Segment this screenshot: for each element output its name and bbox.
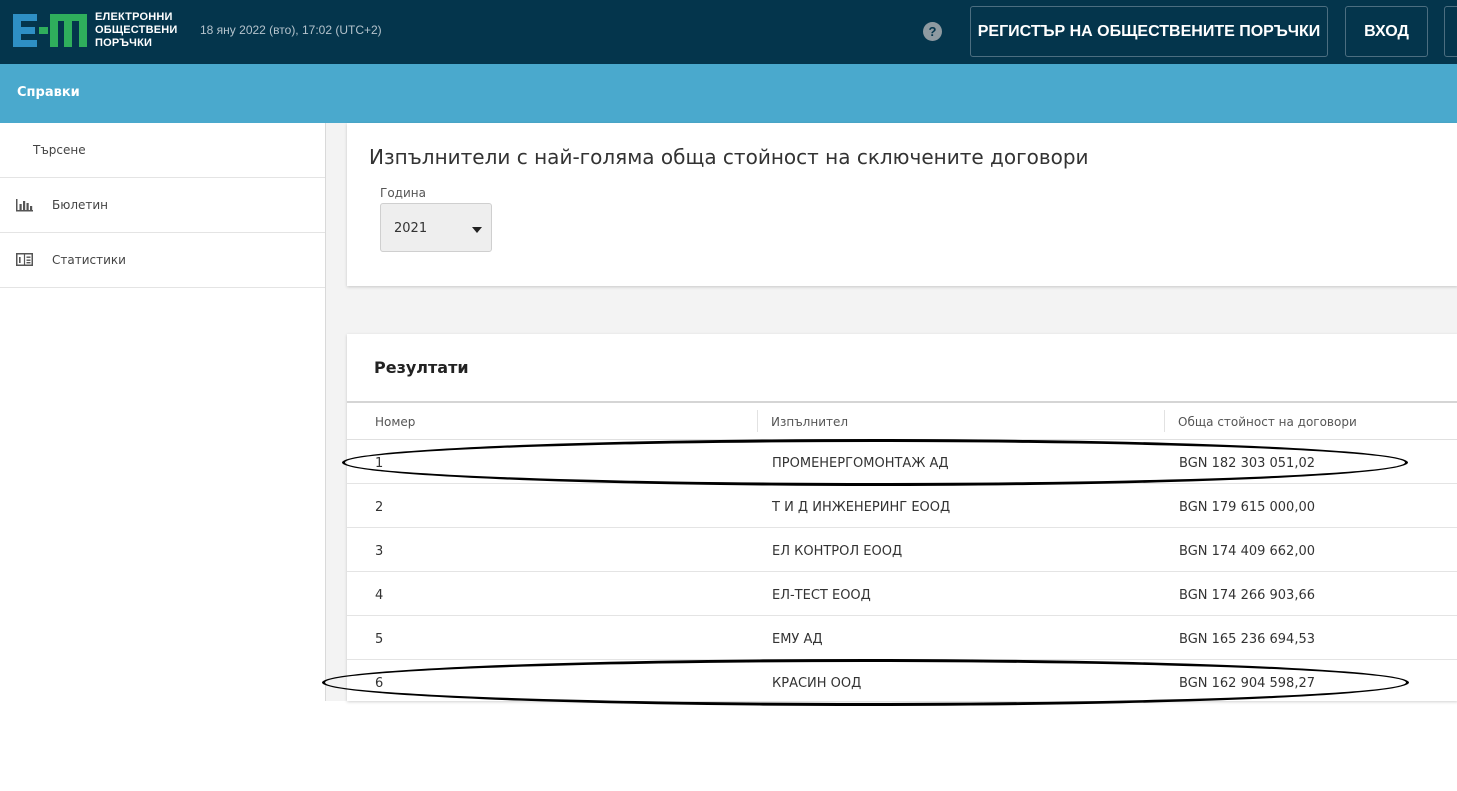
cell-total-value: BGN 165 236 694,53	[1179, 632, 1315, 647]
table-header: Номер Изпълнител Обща стойност на догово…	[347, 403, 1457, 440]
year-label: Година	[380, 186, 426, 200]
column-header-contractor[interactable]: Изпълнител	[771, 415, 848, 429]
cell-contractor: ПРОМЕНЕРГОМОНТАЖ АД	[772, 456, 949, 471]
cell-number: 2	[375, 500, 384, 515]
logo-line-3: ПОРЪЧКИ	[95, 37, 153, 49]
column-header-total-value[interactable]: Обща стойност на договори	[1178, 415, 1357, 429]
cell-contractor: Т И Д ИНЖЕНЕРИНГ ЕООД	[772, 500, 951, 515]
cell-number: 1	[375, 456, 384, 471]
sidebar-item-statistics[interactable]: Статистики	[0, 233, 325, 288]
results-card: Резултати Номер Изпълнител Обща стойност…	[347, 334, 1457, 701]
table-row[interactable]: 6 КРАСИН ООД BGN 162 904 598,27	[347, 660, 1457, 701]
sidebar-item-label: Статистики	[52, 253, 126, 267]
filter-card: Изпълнители с най-голяма обща стойност н…	[347, 123, 1457, 286]
cell-number: 5	[375, 632, 384, 647]
table-row[interactable]: 3 ЕЛ КОНТРОЛ ЕООД BGN 174 409 662,00	[347, 528, 1457, 572]
logo-text: ЕЛЕКТРОННИ ОБЩЕСТВЕНИ ПОРЪЧКИ	[95, 11, 178, 50]
sidebar-item-bulletin[interactable]: Бюлетин	[0, 178, 325, 233]
cell-number: 4	[375, 588, 384, 603]
cell-number: 6	[375, 676, 384, 691]
table-row[interactable]: 5 ЕМУ АД BGN 165 236 694,53	[347, 616, 1457, 660]
column-separator[interactable]	[757, 410, 758, 432]
year-select-value: 2021	[394, 221, 428, 236]
top-navbar: ЕЛЕКТРОННИ ОБЩЕСТВЕНИ ПОРЪЧКИ 18 яну 202…	[0, 0, 1457, 64]
year-select[interactable]: 2021	[380, 203, 492, 252]
caret-down-icon	[472, 227, 482, 233]
section-title[interactable]: Справки	[17, 85, 80, 100]
cell-contractor: ЕЛ-ТЕСТ ЕООД	[772, 588, 871, 603]
table-row[interactable]: 4 ЕЛ-ТЕСТ ЕООД BGN 174 266 903,66	[347, 572, 1457, 616]
results-table: Номер Изпълнител Обща стойност на догово…	[347, 401, 1457, 701]
cell-total-value: BGN 162 904 598,27	[1179, 676, 1315, 691]
cell-total-value: BGN 174 409 662,00	[1179, 544, 1315, 559]
statistics-icon	[16, 253, 33, 266]
bar-chart-icon	[16, 199, 33, 212]
register-button[interactable]: РЕГИСТЪР НА ОБЩЕСТВЕНИТЕ ПОРЪЧКИ	[970, 6, 1328, 57]
table-row[interactable]: 1 ПРОМЕНЕРГОМОНТАЖ АД BGN 182 303 051,02	[347, 440, 1457, 484]
eop-logo[interactable]	[11, 12, 89, 49]
logo-line-2: ОБЩЕСТВЕНИ	[95, 24, 178, 36]
sidebar-item-label: Бюлетин	[52, 198, 109, 212]
sidebar: Търсене Бюлетин Статистики	[0, 123, 325, 791]
current-datetime: 18 яну 2022 (вто), 17:02 (UTC+2)	[200, 23, 382, 37]
cell-contractor: ЕЛ КОНТРОЛ ЕООД	[772, 544, 903, 559]
sidebar-item-search[interactable]: Търсене	[0, 123, 325, 178]
login-button[interactable]: ВХОД	[1345, 6, 1428, 57]
cell-number: 3	[375, 544, 384, 559]
column-header-number[interactable]: Номер	[375, 415, 415, 429]
section-header: Справки	[0, 64, 1457, 123]
page-title: Изпълнители с най-голяма обща стойност н…	[369, 145, 1089, 169]
cell-total-value: BGN 174 266 903,66	[1179, 588, 1315, 603]
cell-contractor: КРАСИН ООД	[772, 676, 862, 691]
sidebar-item-label: Търсене	[33, 143, 86, 157]
cut-off-button[interactable]	[1444, 6, 1457, 57]
cell-total-value: BGN 182 303 051,02	[1179, 456, 1315, 471]
table-row[interactable]: 2 Т И Д ИНЖЕНЕРИНГ ЕООД BGN 179 615 000,…	[347, 484, 1457, 528]
cell-contractor: ЕМУ АД	[772, 632, 823, 647]
cell-total-value: BGN 179 615 000,00	[1179, 500, 1315, 515]
column-separator[interactable]	[1164, 410, 1165, 432]
help-icon[interactable]: ?	[923, 22, 942, 41]
main-content: Изпълнители с най-голяма обща стойност н…	[325, 123, 1457, 701]
logo-line-1: ЕЛЕКТРОННИ	[95, 11, 173, 23]
results-title: Резултати	[374, 358, 469, 377]
